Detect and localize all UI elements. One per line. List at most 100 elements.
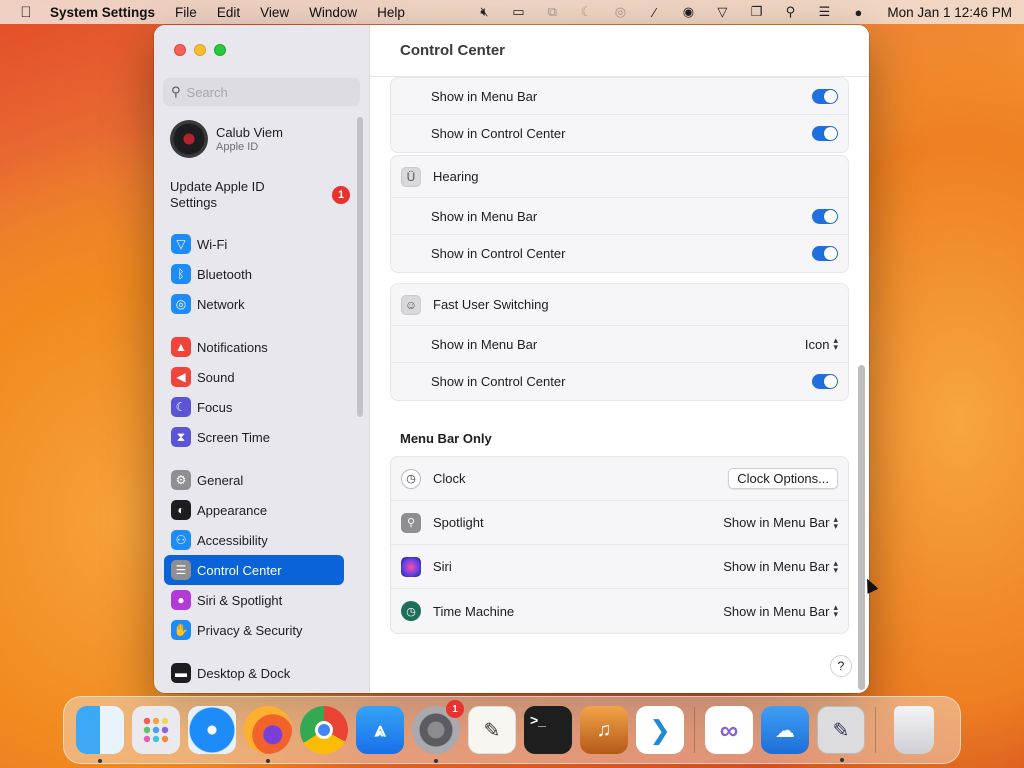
fast-user-title: Fast User Switching [433, 297, 549, 312]
fast-user-menu-bar-popup[interactable]: Icon ▴ ▾ [805, 335, 838, 352]
system-settings-icon[interactable]: 1 [412, 700, 464, 763]
gear-icon: ⚙ [171, 470, 191, 490]
toggle-switch[interactable] [812, 88, 838, 104]
wifi-icon[interactable]: ▽ [713, 4, 731, 20]
launchpad-icon[interactable] [132, 706, 180, 754]
menu-app-name[interactable]: System Settings [50, 5, 155, 20]
hearing-group: Ü Hearing Show in Menu Bar Show in Contr… [390, 155, 849, 273]
screen-mirror-icon[interactable]: ⧉ [543, 4, 561, 20]
toggle-switch[interactable] [812, 246, 838, 261]
script-editor-icon[interactable]: ✎ [817, 706, 865, 762]
sidebar-item-focus[interactable]: ☾ Focus [164, 392, 344, 422]
mute-icon[interactable]: 🔇︎ [475, 4, 493, 20]
app-store-icon[interactable]: ⩓ [356, 706, 404, 754]
sidebar-item-label: Screen Time [197, 429, 270, 445]
time-machine-label: Time Machine [433, 603, 515, 619]
sidebar-item-siri-spotlight[interactable]: ● Siri & Spotlight [164, 585, 344, 615]
sidebar-item-desktop-dock[interactable]: ▬ Desktop & Dock [164, 658, 344, 688]
terminal-icon[interactable]: >_ [524, 706, 572, 754]
launchpad-grid-icon [143, 717, 169, 743]
time-machine-popup[interactable]: Show in Menu Bar ▴ ▾ [723, 603, 838, 619]
menu-file[interactable]: File [175, 5, 197, 20]
spotlight-row: ⚲ Spotlight Show in Menu Bar ▴ ▾ [391, 501, 848, 545]
sidebar-item-sound[interactable]: ◀ Sound [164, 362, 344, 392]
main-scrollbar[interactable] [858, 365, 865, 690]
hearing-show-menu-bar-row: Show in Menu Bar [391, 198, 848, 235]
sidebar-scrollbar[interactable] [357, 117, 363, 417]
sidebar-item-notifications[interactable]: ▲ Notifications [164, 332, 344, 362]
siri-popup[interactable]: Show in Menu Bar ▴ ▾ [723, 558, 838, 574]
vscode-icon[interactable]: ❯ [636, 706, 684, 754]
minimize-button[interactable] [194, 44, 206, 56]
apple-menu-icon[interactable]:  [12, 4, 40, 21]
search-field[interactable]: ⚲ [163, 78, 360, 106]
time-machine-icon: ◷ [401, 601, 421, 621]
spotlight-search-icon[interactable]: ⚲ [781, 4, 799, 20]
search-input[interactable] [186, 84, 347, 100]
toggle-switch[interactable] [812, 208, 838, 224]
toggle-switch[interactable] [812, 374, 838, 389]
firefox-icon[interactable] [244, 706, 292, 763]
user-icon[interactable]: ◉ [679, 4, 697, 20]
menu-clock[interactable]: Mon Jan 1 12:46 PM [887, 5, 1012, 20]
windows-icon[interactable]: ❐ [747, 4, 765, 20]
sidebar-item-appearance[interactable]: ◐ Appearance [164, 495, 344, 525]
fast-user-header: ☺ Fast User Switching [391, 284, 848, 326]
row-label: Show in Menu Bar [431, 336, 538, 352]
focus-moon-icon[interactable]: ☾ [577, 4, 595, 20]
appearance-icon: ◐ [171, 500, 191, 520]
dock-separator [875, 707, 876, 753]
sidebar-item-bluetooth[interactable]: ᛒ Bluetooth [164, 259, 344, 289]
popup-value: Show in Menu Bar [723, 559, 830, 574]
sidebar-item-label: Bluetooth [197, 266, 252, 282]
fast-user-show-menu-bar-row: Show in Menu Bar Icon ▴ ▾ [391, 326, 848, 363]
clock-options-button[interactable]: Clock Options... [728, 468, 838, 489]
search-icon: ⚲ [171, 84, 181, 99]
finder-icon[interactable] [76, 706, 124, 763]
update-apple-id-item[interactable]: Update Apple ID Settings 1 [170, 179, 350, 211]
popup-arrows-icon: ▴ ▾ [833, 513, 838, 531]
sidebar: ⚲ Calub Viem Apple ID Update Apple ID Se… [154, 25, 370, 693]
menu-help[interactable]: Help [377, 5, 405, 20]
spotlight-label: Spotlight [433, 515, 484, 530]
menu-view[interactable]: View [260, 5, 289, 20]
sidebar-item-accessibility[interactable]: ⚇ Accessibility [164, 525, 344, 555]
textedit-icon[interactable]: ✎ [468, 706, 516, 754]
airdrop-icon[interactable]: ◎ [611, 4, 629, 20]
popup-arrows-icon: ▴ ▾ [833, 335, 838, 352]
apple-id-profile[interactable]: Calub Viem Apple ID [170, 120, 283, 158]
hearing-header: Ü Hearing [391, 156, 848, 198]
row-label: Show in Menu Bar [431, 208, 538, 224]
sidebar-item-control-center[interactable]: ☰ Control Center [164, 555, 344, 585]
siri-icon [401, 556, 421, 577]
wifi-off-icon[interactable]: ∕ [645, 4, 663, 20]
control-center-menu-icon[interactable]: ☰ [815, 4, 833, 20]
menu-edit[interactable]: Edit [217, 5, 240, 20]
toggle-switch[interactable] [812, 126, 838, 141]
close-button[interactable] [174, 44, 186, 56]
sidebar-item-label: Privacy & Security [197, 622, 303, 638]
sidebar-item-screen-time[interactable]: ⧗ Screen Time [164, 422, 344, 452]
menu-window[interactable]: Window [309, 5, 357, 20]
siri-menu-icon[interactable]: ● [849, 4, 867, 20]
sidebar-item-network[interactable]: ◎ Network [164, 289, 344, 319]
spotlight-popup[interactable]: Show in Menu Bar ▴ ▾ [723, 513, 838, 531]
zoom-button[interactable] [214, 44, 226, 56]
sidebar-item-general[interactable]: ⚙ General [164, 465, 344, 495]
visual-studio-icon[interactable]: ∞ [705, 706, 753, 754]
sidebar-item-privacy-security[interactable]: ✋ Privacy & Security [164, 615, 344, 645]
hourglass-icon: ⧗ [171, 427, 191, 447]
garageband-icon[interactable]: ♫ [580, 706, 628, 754]
menu-bar-only-group: ◷ Clock Clock Options... ⚲ Spotlight Sho… [390, 456, 849, 634]
trash-icon[interactable] [894, 706, 934, 754]
wifi-icon: ▽ [171, 234, 191, 254]
fast-user-show-control-center-row: Show in Control Center [391, 363, 848, 400]
chrome-icon[interactable] [300, 706, 348, 754]
accessibility-icon: ⚇ [171, 530, 191, 550]
sidebar-item-wi-fi[interactable]: ▽ Wi-Fi [164, 229, 344, 259]
help-button[interactable]: ? [830, 655, 852, 677]
display-icon[interactable]: ▭ [509, 4, 527, 20]
weather-icon[interactable]: ☁ [761, 706, 809, 754]
sidebar-item-label: Sound [197, 369, 235, 385]
safari-icon[interactable] [188, 706, 236, 754]
